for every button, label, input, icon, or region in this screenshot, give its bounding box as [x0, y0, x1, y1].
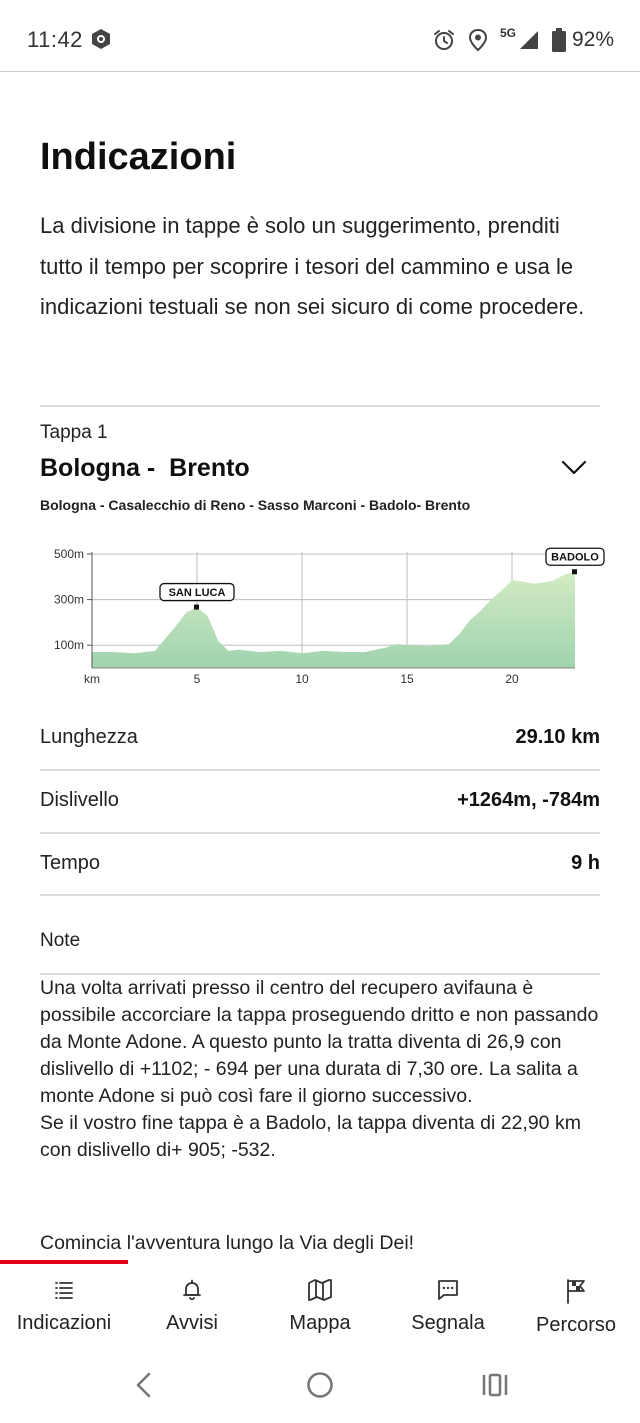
- x-tick-label: km: [84, 672, 100, 686]
- y-tick-label: 500m: [54, 547, 84, 561]
- note-label: Note: [40, 930, 81, 951]
- nav-tab-percorso[interactable]: Percorso: [512, 1274, 640, 1344]
- x-tick-label: 20: [505, 672, 519, 686]
- note-paragraph: Una volta arrivati presso il centro del …: [40, 977, 599, 1107]
- nav-label: Percorso: [535, 1314, 617, 1336]
- nav-label: Mappa: [289, 1312, 351, 1334]
- nav-label: Avvisi: [166, 1312, 218, 1334]
- stat-row-tempo: Tempo 9 h: [40, 832, 600, 894]
- system-nav-bar: [0, 1352, 640, 1423]
- note-closing: Comincia l'avventura lungo la Via degli …: [40, 1232, 415, 1254]
- annotation-label: BADOLO: [551, 552, 599, 564]
- stage-title[interactable]: Bologna - Brento: [40, 454, 250, 483]
- stat-value: 29.10 km: [515, 726, 600, 748]
- x-tick-label: 15: [400, 672, 414, 686]
- network-type: 5G: [499, 26, 516, 40]
- stat-row-dislivello: Dislivello +1264m, -784m: [40, 769, 600, 831]
- battery-icon: [551, 28, 566, 52]
- chevron-down-icon[interactable]: [560, 458, 588, 478]
- status-time: 11:42: [27, 27, 83, 52]
- x-tick-label: 5: [194, 672, 201, 686]
- stat-label: Tempo: [40, 852, 101, 874]
- y-tick-label: 300m: [54, 593, 84, 607]
- elevation-chart: 500m 300m 100m km 5 10 15 20 SAN LUCA BADOLO: [54, 547, 605, 686]
- map-icon: [308, 1279, 332, 1301]
- flag-icon: [567, 1279, 585, 1304]
- app-notification-icon: [92, 29, 110, 49]
- annotation-label: SAN LUCA: [169, 587, 226, 599]
- content-scroll-area[interactable]: Indicazioni La divisione in tappe è solo…: [0, 72, 640, 1256]
- chat-icon: [438, 1280, 458, 1300]
- stat-value: +1264m, -784m: [457, 789, 600, 811]
- annotation-marker: [572, 569, 577, 575]
- nav-tab-indicazioni[interactable]: Indicazioni: [0, 1274, 128, 1344]
- divider: [40, 405, 600, 407]
- nav-tab-mappa[interactable]: Mappa: [256, 1274, 384, 1344]
- annotation-marker: [194, 604, 199, 610]
- note-paragraph: Se il vostro fine tappa è a Badolo, la t…: [40, 1112, 581, 1161]
- stage-route: Bologna - Casalecchio di Reno - Sasso Ma…: [40, 497, 471, 513]
- bottom-nav: Indicazioni Avvisi Mappa Segnala Percors…: [0, 1256, 640, 1352]
- x-tick-label: 10: [295, 672, 309, 686]
- nav-tab-segnala[interactable]: Segnala: [384, 1274, 512, 1344]
- back-icon[interactable]: [130, 1370, 158, 1400]
- home-icon[interactable]: [305, 1370, 335, 1400]
- page-title: Indicazioni: [40, 136, 237, 178]
- active-tab-indicator: [0, 1260, 128, 1264]
- signal-icon: [519, 31, 538, 49]
- y-tick-label: 100m: [54, 638, 84, 652]
- nav-label: Segnala: [411, 1312, 485, 1334]
- alarm-icon: [433, 30, 454, 50]
- stage-label: Tappa 1: [40, 422, 108, 443]
- status-bar: 11:42 5G 92%: [0, 0, 640, 72]
- battery-percentage: 92%: [571, 28, 614, 51]
- nav-label: Indicazioni: [16, 1312, 112, 1334]
- stat-label: Dislivello: [40, 789, 119, 811]
- list-icon: [55, 1282, 73, 1299]
- status-icons: 5G 92%: [432, 26, 614, 54]
- recents-icon[interactable]: [480, 1370, 510, 1400]
- nav-tab-avvisi[interactable]: Avvisi: [128, 1274, 256, 1344]
- bell-icon: [183, 1279, 201, 1301]
- stat-label: Lunghezza: [40, 726, 138, 748]
- divider: [40, 894, 600, 896]
- stat-value: 9 h: [571, 852, 600, 874]
- stat-row-lunghezza: Lunghezza 29.10 km: [40, 706, 600, 768]
- note-text: Una volta arrivati presso il centro del …: [40, 975, 602, 1164]
- intro-text: La divisione in tappe è solo un suggerim…: [40, 213, 585, 319]
- location-icon: [468, 28, 487, 52]
